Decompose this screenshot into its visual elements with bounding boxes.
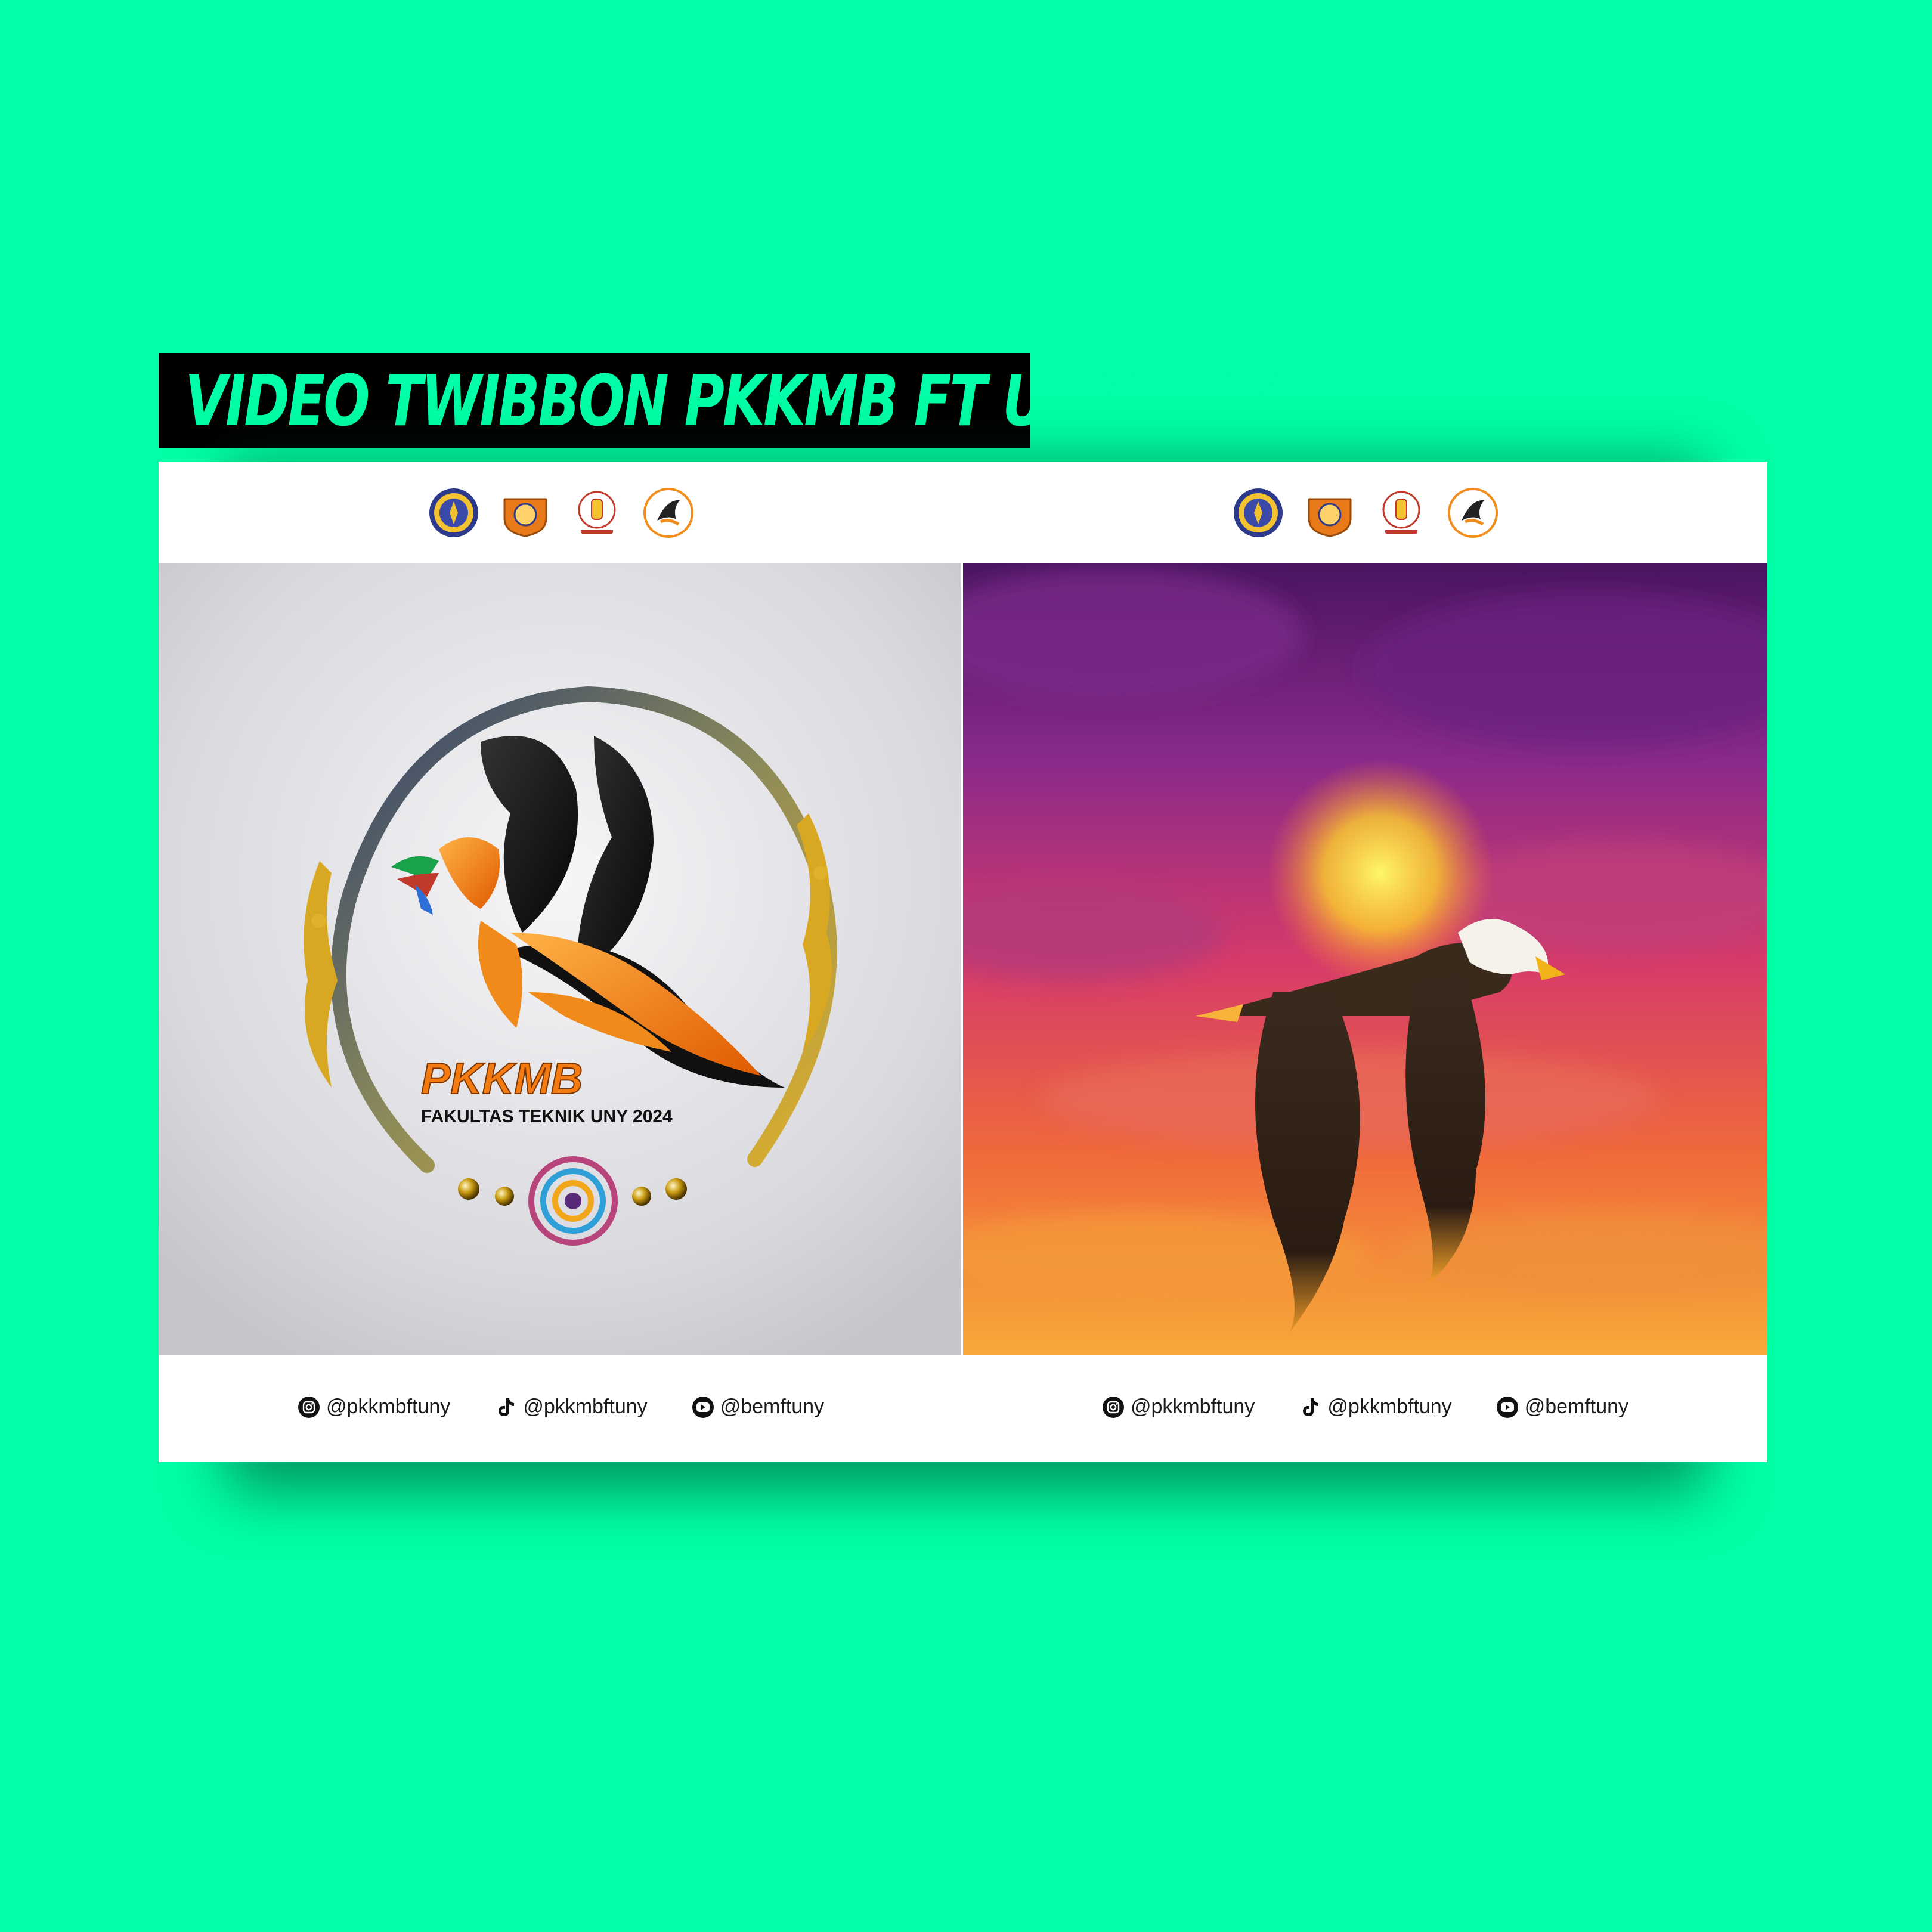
instagram-handle: @pkkmbftuny bbox=[326, 1395, 451, 1418]
twibbon-frames: PKKMB FAKULTAS TEKNIK UNY 2024 @pkkmbftu… bbox=[159, 462, 1767, 1462]
header-logos bbox=[963, 483, 1767, 543]
pkkmb-logo-text: PKKMB bbox=[421, 1054, 583, 1103]
title-banner: VIDEO TWIBBON PKKMB FT UNY 2024 bbox=[159, 353, 1292, 448]
social-handles-right: @pkkmbftuny @pkkmbftuny @bemftuny bbox=[963, 1395, 1767, 1419]
social-tiktok[interactable]: @pkkmbftuny bbox=[494, 1395, 648, 1419]
instagram-icon bbox=[1102, 1396, 1125, 1419]
faculty-logo-text: FAKULTAS TEKNIK UNY 2024 bbox=[421, 1107, 673, 1126]
bem-lantern-logo bbox=[1376, 487, 1427, 538]
social-handles-left: @pkkmbftuny @pkkmbftuny @bemftuny bbox=[159, 1395, 963, 1419]
instagram-handle: @pkkmbftuny bbox=[1130, 1395, 1255, 1418]
tiktok-handle: @pkkmbftuny bbox=[1327, 1395, 1452, 1418]
faculty-shield-icon bbox=[500, 487, 551, 538]
youtube-icon bbox=[1496, 1396, 1519, 1419]
social-youtube[interactable]: @bemftuny bbox=[692, 1395, 824, 1419]
bird-emblem-logo bbox=[1447, 487, 1498, 538]
uny-seal-icon bbox=[1233, 487, 1284, 538]
header-logos bbox=[159, 483, 963, 543]
bird-emblem-logo bbox=[643, 487, 694, 538]
tiktok-icon bbox=[1299, 1396, 1321, 1419]
social-instagram[interactable]: @pkkmbftuny bbox=[298, 1395, 450, 1419]
youtube-handle: @bemftuny bbox=[720, 1395, 825, 1418]
youtube-icon bbox=[692, 1396, 714, 1419]
twibbon-panel-right: @pkkmbftuny @pkkmbftuny @bemftuny bbox=[963, 462, 1767, 1462]
page-title: VIDEO TWIBBON PKKMB FT UNY 2024 bbox=[185, 360, 1292, 442]
faculty-shield-icon bbox=[1304, 487, 1355, 538]
instagram-icon bbox=[298, 1396, 320, 1419]
social-instagram[interactable]: @pkkmbftuny bbox=[1102, 1395, 1255, 1419]
social-tiktok[interactable]: @pkkmbftuny bbox=[1299, 1395, 1452, 1419]
uny-seal-icon bbox=[428, 487, 479, 538]
twibbon-panel-left: PKKMB FAKULTAS TEKNIK UNY 2024 @pkkmbftu… bbox=[159, 462, 963, 1462]
tiktok-handle: @pkkmbftuny bbox=[523, 1395, 648, 1418]
social-youtube[interactable]: @bemftuny bbox=[1496, 1395, 1628, 1419]
tiktok-icon bbox=[494, 1396, 517, 1419]
youtube-handle: @bemftuny bbox=[1524, 1395, 1629, 1418]
eagle-sunset-frame[interactable] bbox=[963, 563, 1767, 1355]
pkkmb-logo-render[interactable]: PKKMB FAKULTAS TEKNIK UNY 2024 bbox=[159, 563, 961, 1355]
bem-lantern-logo bbox=[571, 487, 623, 538]
